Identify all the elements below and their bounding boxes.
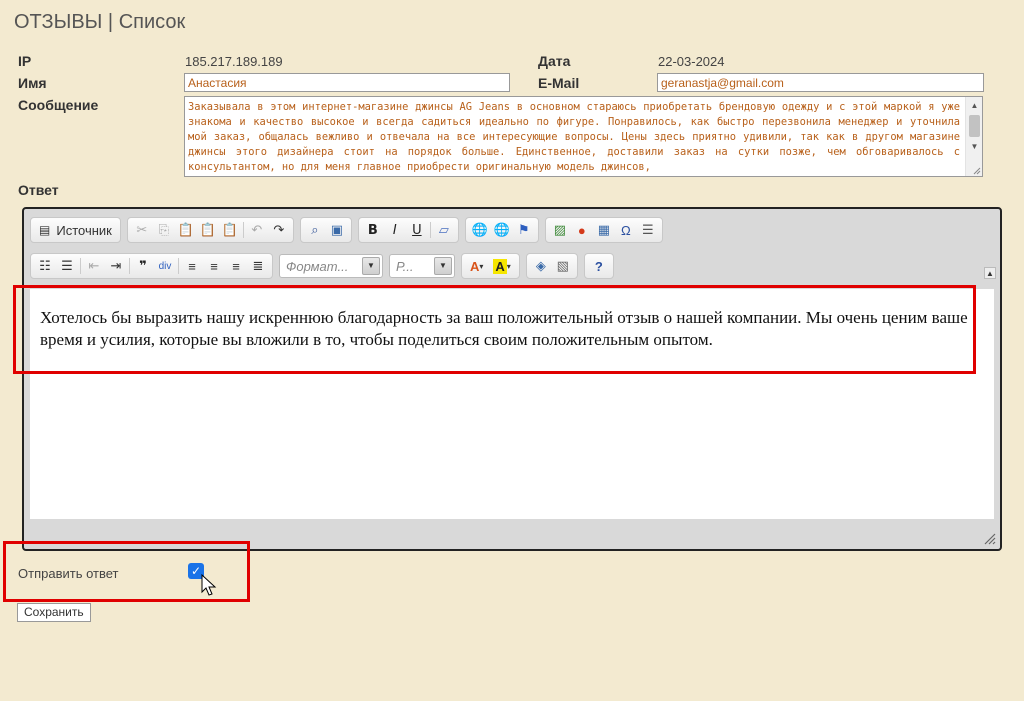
align-right-icon[interactable]: ≡ — [225, 255, 247, 277]
source-button[interactable]: ▤ Источник — [34, 219, 117, 241]
reply-label: Ответ — [18, 182, 59, 198]
page-title: ОТЗЫВЫ | Список — [14, 11, 186, 33]
outdent-icon[interactable]: ⇤ — [83, 255, 105, 277]
date-label: Дата — [538, 53, 571, 69]
ip-value: 185.217.189.189 — [185, 54, 283, 69]
message-text: Заказывала в этом интернет-магазине джин… — [188, 101, 960, 173]
select-all-icon[interactable]: ▣ — [326, 219, 348, 241]
help-icon[interactable]: ? — [588, 255, 610, 277]
resize-grip-icon[interactable] — [982, 531, 996, 545]
ip-label: IP — [18, 53, 32, 69]
scroll-down-icon[interactable]: ▼ — [966, 139, 982, 155]
background-color-icon[interactable]: A ▾ — [488, 255, 515, 277]
special-char-icon[interactable]: Ω — [615, 219, 637, 241]
undo-icon[interactable]: ↶ — [246, 219, 268, 241]
message-textarea[interactable]: Заказывала в этом интернет-магазине джин… — [184, 96, 983, 177]
align-center-icon[interactable]: ≡ — [203, 255, 225, 277]
table-icon[interactable]: ▦ — [593, 219, 615, 241]
align-left-icon[interactable]: ≡ — [181, 255, 203, 277]
highlight-box-send — [3, 541, 250, 602]
bullet-list-icon[interactable]: ☰ — [56, 255, 78, 277]
date-value: 22-03-2024 — [658, 54, 725, 69]
find-icon[interactable]: ⌕ — [304, 219, 326, 241]
rich-text-editor: ▤ Источник ✂ ⎘ 📋 📋 📋 ↶ ↷ ⌕ ▣ B I U ▱ 🌐 🌐… — [22, 207, 1002, 551]
resize-grip-icon[interactable] — [971, 165, 981, 175]
format-combo-label: Формат... — [286, 258, 349, 274]
flash-icon[interactable]: ● — [571, 219, 593, 241]
bold-icon[interactable]: B — [362, 219, 384, 241]
unlink-icon[interactable]: 🌐 — [491, 219, 513, 241]
cut-icon[interactable]: ✂ — [131, 219, 153, 241]
size-combo[interactable]: Р... ▼ — [389, 254, 455, 278]
align-justify-icon[interactable]: ≣ — [247, 255, 269, 277]
div-container-icon[interactable]: div — [154, 255, 176, 277]
message-label: Сообщение — [18, 97, 99, 113]
maximize-icon[interactable]: ◈ — [530, 255, 552, 277]
image-icon[interactable]: ▨ — [549, 219, 571, 241]
editor-toolbar-row-2: ☷ ☰ ⇤ ⇥ ❞ div ≡ ≡ ≡ ≣ Формат... ▼ Р... ▼… — [30, 253, 614, 279]
editor-toolbar-row-1: ▤ Источник ✂ ⎘ 📋 📋 📋 ↶ ↷ ⌕ ▣ B I U ▱ 🌐 🌐… — [30, 217, 663, 243]
size-combo-label: Р... — [396, 258, 414, 274]
link-icon[interactable]: 🌐 — [469, 219, 491, 241]
blockquote-icon[interactable]: ❞ — [132, 255, 154, 277]
copy-icon[interactable]: ⎘ — [153, 219, 175, 241]
name-input[interactable] — [184, 73, 510, 92]
scroll-thumb[interactable] — [969, 115, 980, 137]
document-icon: ▤ — [39, 223, 51, 237]
show-blocks-icon[interactable]: ▧ — [552, 255, 574, 277]
collapse-toolbar-icon[interactable]: ▲ — [984, 267, 996, 279]
email-label: E-Mail — [538, 75, 580, 91]
paste-icon[interactable]: 📋 — [175, 219, 197, 241]
scroll-up-icon[interactable]: ▲ — [966, 98, 982, 114]
redo-icon[interactable]: ↷ — [268, 219, 290, 241]
name-label: Имя — [18, 75, 47, 91]
email-input[interactable] — [657, 73, 984, 92]
paste-text-icon[interactable]: 📋 — [197, 219, 219, 241]
highlight-box-reply — [13, 285, 976, 374]
format-combo[interactable]: Формат... ▼ — [279, 254, 383, 278]
text-color-icon[interactable]: A ▾ — [465, 255, 488, 277]
anchor-flag-icon[interactable]: ⚑ — [513, 219, 535, 241]
chevron-down-icon[interactable]: ▼ — [434, 257, 452, 275]
save-button[interactable]: Сохранить — [17, 603, 91, 622]
remove-format-icon[interactable]: ▱ — [433, 219, 455, 241]
numbered-list-icon[interactable]: ☷ — [34, 255, 56, 277]
italic-icon[interactable]: I — [384, 219, 406, 241]
paste-word-icon[interactable]: 📋 — [219, 219, 241, 241]
indent-icon[interactable]: ⇥ — [105, 255, 127, 277]
underline-icon[interactable]: U — [406, 219, 428, 241]
chevron-down-icon[interactable]: ▼ — [362, 257, 380, 275]
page-break-icon[interactable]: ☰ — [637, 219, 659, 241]
source-button-label: Источник — [56, 222, 112, 238]
